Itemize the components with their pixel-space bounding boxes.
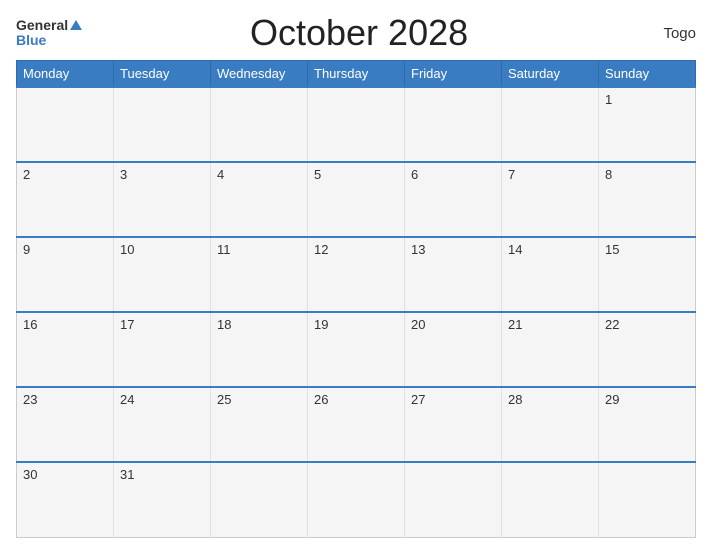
logo-blue-text: Blue [16, 33, 82, 48]
day-number: 11 [217, 242, 231, 257]
calendar-week-row: 16 17 18 19 20 21 22 [17, 312, 696, 387]
calendar-day-cell [599, 462, 696, 537]
calendar-day-cell: 11 [211, 237, 308, 312]
calendar-day-cell: 31 [114, 462, 211, 537]
day-number: 27 [411, 392, 425, 407]
calendar-day-cell: 13 [405, 237, 502, 312]
calendar-day-cell: 21 [502, 312, 599, 387]
calendar-day-cell: 20 [405, 312, 502, 387]
day-number: 28 [508, 392, 522, 407]
logo-triangle-icon [70, 20, 82, 30]
day-number: 13 [411, 242, 425, 257]
calendar-day-cell: 28 [502, 387, 599, 462]
calendar-day-cell: 27 [405, 387, 502, 462]
header-thursday: Thursday [308, 61, 405, 88]
calendar-day-cell: 19 [308, 312, 405, 387]
calendar-day-cell: 10 [114, 237, 211, 312]
calendar-page: General Blue October 2028 Togo Monday Tu… [0, 0, 712, 550]
day-number: 16 [23, 317, 37, 332]
calendar-day-cell [405, 462, 502, 537]
day-number: 12 [314, 242, 328, 257]
day-number: 29 [605, 392, 619, 407]
calendar-day-cell: 6 [405, 162, 502, 237]
day-number: 25 [217, 392, 231, 407]
calendar-day-cell: 2 [17, 162, 114, 237]
calendar-day-cell: 14 [502, 237, 599, 312]
calendar-day-cell: 12 [308, 237, 405, 312]
day-number: 15 [605, 242, 619, 257]
day-number: 26 [314, 392, 328, 407]
calendar-week-row: 2 3 4 5 6 7 8 [17, 162, 696, 237]
calendar-day-cell: 26 [308, 387, 405, 462]
day-number: 3 [120, 167, 127, 182]
calendar-day-cell [211, 87, 308, 162]
day-number: 6 [411, 167, 418, 182]
calendar-week-row: 1 [17, 87, 696, 162]
calendar-day-cell: 4 [211, 162, 308, 237]
calendar-day-cell: 1 [599, 87, 696, 162]
header-wednesday: Wednesday [211, 61, 308, 88]
calendar-header: General Blue October 2028 Togo [16, 12, 696, 54]
day-number: 24 [120, 392, 134, 407]
day-number: 1 [605, 92, 612, 107]
calendar-day-cell: 24 [114, 387, 211, 462]
day-number: 14 [508, 242, 522, 257]
header-sunday: Sunday [599, 61, 696, 88]
calendar-day-cell: 23 [17, 387, 114, 462]
calendar-week-row: 30 31 [17, 462, 696, 537]
weekday-header-row: Monday Tuesday Wednesday Thursday Friday… [17, 61, 696, 88]
calendar-day-cell [502, 462, 599, 537]
calendar-table: Monday Tuesday Wednesday Thursday Friday… [16, 60, 696, 538]
calendar-day-cell [17, 87, 114, 162]
day-number: 17 [120, 317, 134, 332]
calendar-day-cell: 5 [308, 162, 405, 237]
calendar-day-cell: 16 [17, 312, 114, 387]
calendar-day-cell [308, 87, 405, 162]
calendar-day-cell: 25 [211, 387, 308, 462]
logo-general-text: General [16, 18, 68, 33]
header-friday: Friday [405, 61, 502, 88]
calendar-week-row: 9 10 11 12 13 14 15 [17, 237, 696, 312]
calendar-day-cell: 29 [599, 387, 696, 462]
header-tuesday: Tuesday [114, 61, 211, 88]
day-number: 9 [23, 242, 30, 257]
calendar-day-cell: 30 [17, 462, 114, 537]
day-number: 4 [217, 167, 224, 182]
calendar-day-cell [308, 462, 405, 537]
calendar-day-cell: 9 [17, 237, 114, 312]
calendar-day-cell: 18 [211, 312, 308, 387]
day-number: 8 [605, 167, 612, 182]
header-saturday: Saturday [502, 61, 599, 88]
country-label: Togo [636, 25, 696, 42]
day-number: 30 [23, 467, 37, 482]
calendar-day-cell [114, 87, 211, 162]
calendar-day-cell: 8 [599, 162, 696, 237]
day-number: 5 [314, 167, 321, 182]
day-number: 19 [314, 317, 328, 332]
day-number: 22 [605, 317, 619, 332]
calendar-day-cell: 22 [599, 312, 696, 387]
day-number: 20 [411, 317, 425, 332]
header-monday: Monday [17, 61, 114, 88]
calendar-day-cell: 15 [599, 237, 696, 312]
month-title: October 2028 [82, 12, 636, 54]
day-number: 7 [508, 167, 515, 182]
calendar-day-cell: 7 [502, 162, 599, 237]
calendar-day-cell: 17 [114, 312, 211, 387]
day-number: 21 [508, 317, 522, 332]
calendar-day-cell: 3 [114, 162, 211, 237]
day-number: 18 [217, 317, 231, 332]
day-number: 10 [120, 242, 134, 257]
calendar-week-row: 23 24 25 26 27 28 29 [17, 387, 696, 462]
calendar-day-cell [405, 87, 502, 162]
logo: General Blue [16, 18, 82, 49]
calendar-day-cell [502, 87, 599, 162]
day-number: 2 [23, 167, 30, 182]
day-number: 23 [23, 392, 37, 407]
calendar-day-cell [211, 462, 308, 537]
day-number: 31 [120, 467, 134, 482]
